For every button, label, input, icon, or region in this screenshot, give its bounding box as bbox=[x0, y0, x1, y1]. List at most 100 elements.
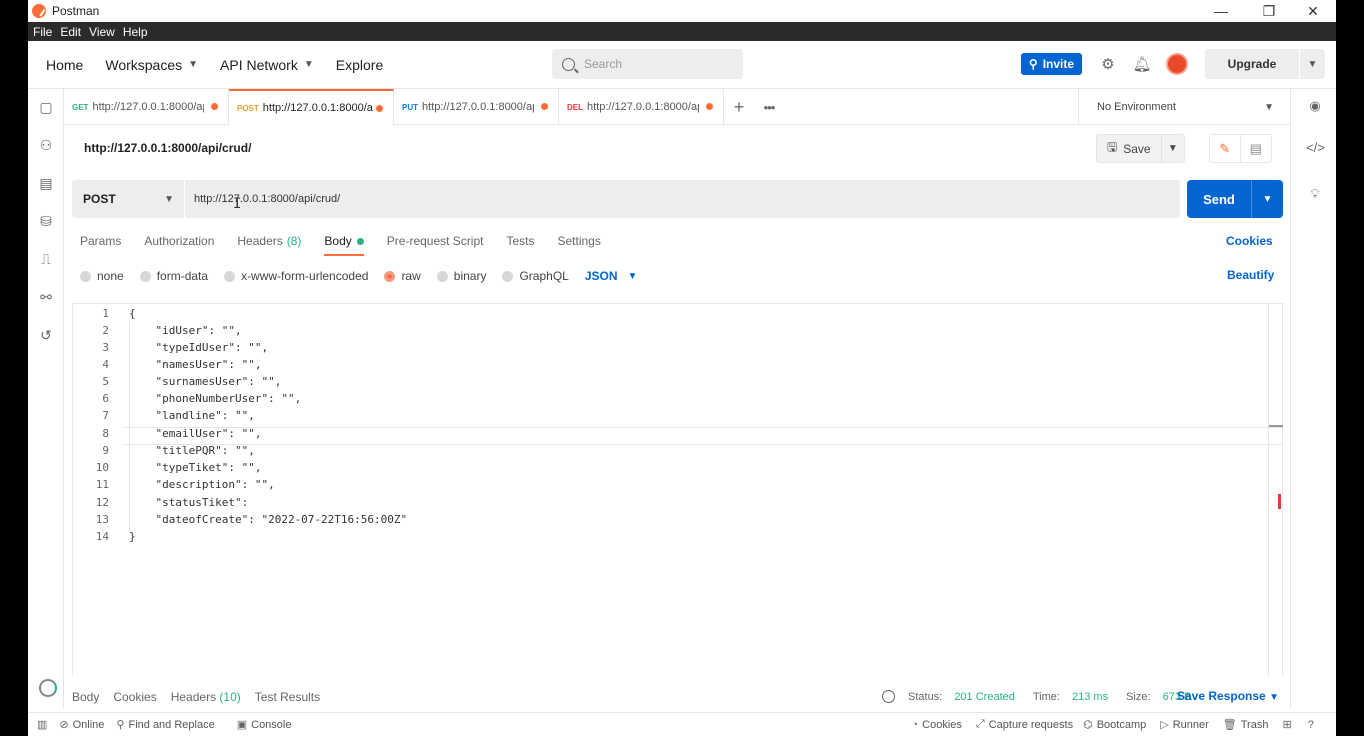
radio-circle bbox=[80, 270, 91, 282]
notifications-bell-icon[interactable]: 🔔︎ bbox=[1132, 55, 1151, 73]
response-tab-headers[interactable]: Headers (10) bbox=[171, 690, 241, 704]
radio-form-data[interactable]: form-data bbox=[139, 269, 208, 283]
new-tab-plus-icon[interactable]: + bbox=[724, 89, 754, 125]
radio-urlencoded[interactable]: x-www-form-urlencoded bbox=[224, 269, 368, 283]
runner-button[interactable]: ▷ Runner bbox=[1160, 718, 1209, 732]
nav-workspaces[interactable]: Workspaces ▼ bbox=[105, 57, 198, 73]
error-marker bbox=[1278, 494, 1281, 509]
method-label: POST bbox=[83, 192, 116, 206]
menu-view[interactable]: View bbox=[89, 25, 115, 39]
status-footer: ▥ ⊘ Online ⚲ Find and Replace ▣ Console ◔ Co… bbox=[28, 712, 1336, 736]
close-button[interactable]: ✕ bbox=[1290, 0, 1336, 22]
eye-icon[interactable]: ◉ bbox=[1306, 97, 1324, 115]
history-icon[interactable]: ↺ bbox=[38, 327, 54, 343]
find-replace-button[interactable]: ⚲ Find and Replace bbox=[116, 718, 214, 732]
restore-button[interactable]: ❐ bbox=[1246, 0, 1292, 22]
beautify-button[interactable]: Beautify bbox=[1227, 268, 1274, 282]
tab-params[interactable]: Params bbox=[80, 226, 121, 256]
radio-binary[interactable]: binary bbox=[436, 269, 487, 283]
chevron-down-icon[interactable]: ▼ bbox=[1162, 143, 1184, 154]
avatar[interactable] bbox=[1166, 53, 1188, 75]
invite-label: Invite bbox=[1042, 57, 1075, 71]
line-number: 9 bbox=[102, 444, 109, 457]
flows-icon[interactable]: ⚯ bbox=[38, 289, 54, 305]
two-pane-icon[interactable]: ⊞ bbox=[1282, 718, 1295, 731]
cookies-footer-label: Cookies bbox=[922, 718, 962, 731]
save-response-button[interactable]: Save Response ▼ bbox=[1177, 689, 1279, 703]
tab-authorization[interactable]: Authorization bbox=[144, 226, 214, 256]
upgrade-button[interactable]: Upgrade ▼ bbox=[1205, 49, 1325, 79]
nav-home[interactable]: Home bbox=[46, 57, 83, 73]
postman-logo-icon bbox=[32, 4, 46, 18]
tab-tests[interactable]: Tests bbox=[506, 226, 534, 256]
more-tabs-icon[interactable]: ••• bbox=[754, 89, 784, 125]
collections-icon[interactable]: ▢ bbox=[38, 99, 54, 115]
menu-edit[interactable]: Edit bbox=[60, 25, 81, 39]
add-user-icon: ⚲ bbox=[1028, 57, 1038, 71]
language-select[interactable]: JSON ▼ bbox=[585, 269, 638, 283]
response-tab-cookies[interactable]: Cookies bbox=[113, 690, 156, 704]
cookies-link[interactable]: Cookies bbox=[1226, 234, 1273, 248]
code-line: "typeIdUser": "", bbox=[129, 341, 269, 354]
monitors-icon[interactable]: ⎍ bbox=[38, 251, 54, 267]
tab-put-request[interactable]: PUT http://127.0.0.1:8000/ap bbox=[394, 89, 559, 125]
postman-app: Postman — ❐ ✕ File Edit View Help Home W… bbox=[28, 0, 1336, 736]
environments-icon[interactable]: ▤ bbox=[38, 175, 54, 191]
minimize-button[interactable]: — bbox=[1198, 0, 1244, 22]
response-tab-test-results[interactable]: Test Results bbox=[255, 690, 320, 704]
console-button[interactable]: ▣ Console bbox=[237, 718, 292, 732]
tab-settings[interactable]: Settings bbox=[558, 226, 601, 256]
invite-button[interactable]: ⚲ Invite bbox=[1021, 53, 1082, 75]
edit-pencil-icon[interactable]: ✎ bbox=[1210, 135, 1241, 162]
code-line: "typeTiket": "", bbox=[129, 461, 262, 474]
radio-circle bbox=[139, 270, 151, 282]
globe-icon[interactable] bbox=[882, 690, 895, 703]
response-tab-body[interactable]: Body bbox=[72, 690, 99, 704]
time-label: Time: 213 ms bbox=[1033, 691, 1117, 703]
tab-post-request[interactable]: POST http://127.0.0.1:8000/a bbox=[229, 89, 394, 125]
chevron-down-icon[interactable]: ▼ bbox=[1300, 59, 1325, 70]
radio-graphql[interactable]: GraphQL bbox=[502, 269, 569, 283]
nav-explore[interactable]: Explore bbox=[336, 57, 383, 73]
text-cursor-icon: I bbox=[233, 196, 242, 212]
response-status: Status: 201 Created Time: 213 ms Size: 6… bbox=[882, 690, 1209, 703]
send-button[interactable]: Send ▼ bbox=[1187, 180, 1283, 218]
cookies-footer-button[interactable]: ◔ Cookies bbox=[911, 719, 961, 731]
documentation-icon[interactable]: ▤ bbox=[1241, 135, 1271, 162]
scrollbar-thumb[interactable] bbox=[1269, 425, 1283, 427]
apis-icon[interactable]: ⚇ bbox=[38, 137, 54, 153]
code-line: "titlePQR": "", bbox=[129, 444, 255, 457]
settings-gear-icon[interactable]: ⚙ bbox=[1099, 55, 1117, 73]
code-editor[interactable]: 1 2 3 4 5 6 7 8 9 10 11 12 13 14 { "idUs… bbox=[72, 303, 1283, 676]
lightbulb-icon[interactable]: 💡︎ bbox=[1306, 185, 1324, 203]
bootcamp-button[interactable]: ⌬ Bootcamp bbox=[1083, 718, 1146, 732]
tab-headers[interactable]: Headers (8) bbox=[237, 226, 301, 256]
tab-delete-request[interactable]: DEL http://127.0.0.1:8000/ap bbox=[559, 89, 724, 125]
environment-select[interactable]: No Environment ▼ bbox=[1078, 89, 1290, 125]
help-icon[interactable]: ? bbox=[1308, 719, 1318, 731]
radio-none[interactable]: none bbox=[80, 269, 124, 283]
tab-prerequest-label: Pre-request Script bbox=[386, 234, 484, 248]
save-button[interactable]: 🖫 Save ▼ bbox=[1096, 134, 1185, 163]
tab-body[interactable]: Body bbox=[324, 226, 365, 256]
menu-help[interactable]: Help bbox=[123, 25, 148, 39]
capture-requests-button[interactable]: ⤢ Capture requests bbox=[976, 718, 1073, 731]
url-input[interactable]: http://127.0.0.1:8000/api/crud/ bbox=[194, 193, 340, 205]
status-key: Status: bbox=[908, 690, 943, 703]
tab-get-request[interactable]: GET http://127.0.0.1:8000/ap bbox=[64, 89, 229, 125]
tab-prerequest-script[interactable]: Pre-request Script bbox=[387, 226, 484, 256]
editor-scrollbar[interactable] bbox=[1268, 304, 1283, 676]
online-status[interactable]: ⊘ Online bbox=[59, 718, 104, 732]
mock-servers-icon[interactable]: ⛁ bbox=[38, 213, 54, 229]
nav-api-network[interactable]: API Network ▼ bbox=[220, 57, 314, 73]
code-icon[interactable]: </> bbox=[1306, 139, 1325, 157]
radio-raw[interactable]: raw bbox=[384, 269, 421, 283]
method-select[interactable]: POST ▼ bbox=[72, 180, 185, 218]
chevron-down-icon[interactable]: ▼ bbox=[1252, 194, 1283, 205]
sidebar-toggle-icon[interactable]: ▥ bbox=[37, 718, 51, 731]
trash-button[interactable]: 🗑︎ Trash bbox=[1223, 718, 1269, 732]
menu-file[interactable]: File bbox=[33, 25, 52, 39]
line-number: 5 bbox=[102, 375, 109, 388]
search-input[interactable]: Search bbox=[552, 49, 743, 79]
radio-binary-label: binary bbox=[453, 269, 487, 283]
